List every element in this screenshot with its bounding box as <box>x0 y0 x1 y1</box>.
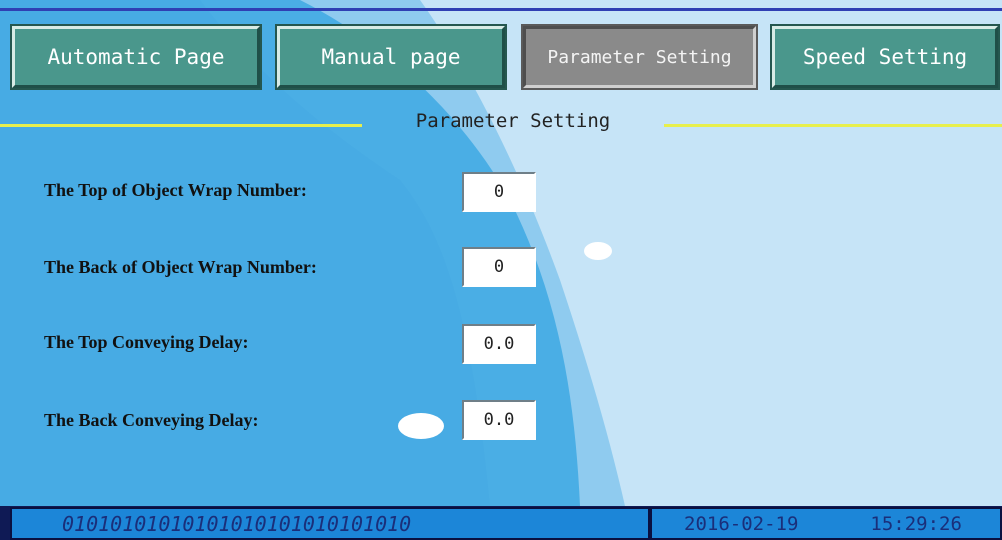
section-divider-left <box>0 124 362 127</box>
tab-manual-page[interactable]: Manual page <box>275 24 507 90</box>
status-time: 15:29:26 <box>870 512 962 535</box>
tab-parameter-setting[interactable]: Parameter Setting <box>521 24 758 90</box>
white-blob <box>398 413 444 439</box>
status-date: 2016-02-19 <box>684 512 799 535</box>
back-wrap-number-input[interactable] <box>462 247 536 287</box>
white-blob <box>584 242 612 260</box>
section-divider-right <box>664 124 1002 127</box>
top-rule <box>0 8 1002 11</box>
top-wrap-number-input[interactable] <box>462 172 536 212</box>
top-conveying-delay-label: The Top Conveying Delay: <box>44 332 249 352</box>
hmi-screen: Automatic Page Manual page Parameter Set… <box>0 0 1002 540</box>
tab-speed-setting[interactable]: Speed Setting <box>770 24 1000 90</box>
top-wrap-number-label: The Top of Object Wrap Number: <box>44 180 307 200</box>
back-conveying-delay-label: The Back Conveying Delay: <box>44 410 259 430</box>
tab-automatic-page[interactable]: Automatic Page <box>10 24 262 90</box>
status-datetime: 2016-02-19 15:29:26 <box>650 507 1002 540</box>
section-title: Parameter Setting <box>415 110 611 132</box>
back-wrap-number-label: The Back of Object Wrap Number: <box>44 257 317 277</box>
back-conveying-delay-input[interactable] <box>462 400 536 440</box>
top-conveying-delay-input[interactable] <box>462 324 536 364</box>
status-binary-readout: 01010101010101010101010101010 <box>10 507 650 540</box>
